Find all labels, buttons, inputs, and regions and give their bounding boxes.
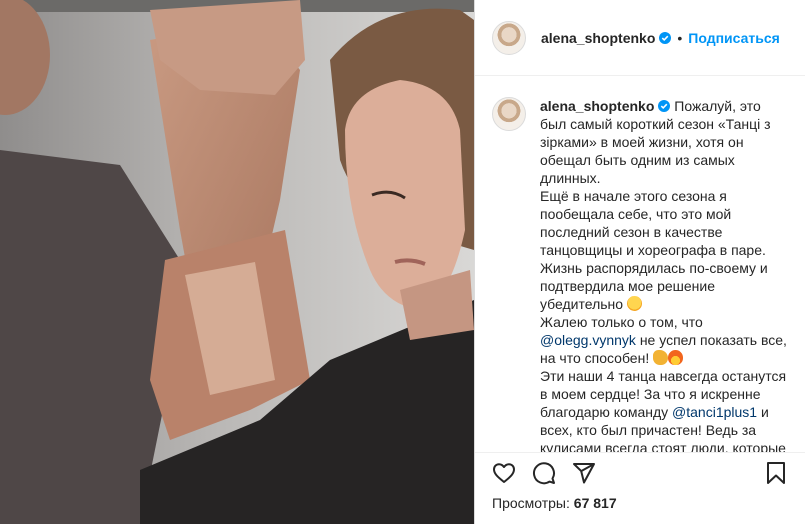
share-icon[interactable] — [572, 461, 596, 485]
comments-area[interactable]: alena_shoptenko Пожалуй, это был самый к… — [475, 77, 805, 452]
caption-username[interactable]: alena_shoptenko — [540, 98, 654, 114]
follow-button[interactable]: Подписаться — [688, 30, 780, 46]
views-label: Просмотры: — [492, 495, 570, 511]
comment-icon[interactable] — [532, 461, 556, 485]
action-bar — [475, 452, 805, 492]
grin-emoji-icon — [626, 296, 642, 311]
header-username[interactable]: alena_shoptenko — [541, 30, 655, 46]
mention-olegg[interactable]: @olegg.vynnyk — [540, 332, 636, 348]
avatar[interactable] — [492, 20, 526, 55]
post-header: alena_shoptenko • Подписаться — [475, 0, 805, 76]
separator-dot: • — [677, 29, 683, 46]
verified-badge-icon — [658, 100, 671, 112]
heart-icon[interactable] — [492, 461, 516, 485]
fire-emoji-icon — [668, 350, 684, 365]
views-count: Просмотры: 67 817 — [492, 495, 617, 511]
caption-part-2: Ещё в начале этого сезона я пообещала се… — [540, 188, 768, 312]
caption-avatar[interactable] — [492, 97, 526, 131]
views-value: 67 817 — [573, 495, 617, 511]
verified-badge-icon — [659, 31, 672, 44]
post-image[interactable] — [0, 0, 474, 524]
caption-part-3: Жалею только о том, что — [540, 314, 703, 330]
bookmark-icon[interactable] — [764, 461, 788, 485]
caption: alena_shoptenko Пожалуй, это был самый к… — [492, 97, 789, 452]
mention-tanci1plus1[interactable]: @tanci1plus1 — [672, 404, 757, 420]
flexed-biceps-emoji-icon — [653, 350, 669, 365]
post-photo-illustration — [0, 0, 474, 524]
caption-text: alena_shoptenko Пожалуй, это был самый к… — [540, 97, 789, 452]
post-side-panel: alena_shoptenko • Подписаться alena_shop… — [474, 0, 805, 524]
